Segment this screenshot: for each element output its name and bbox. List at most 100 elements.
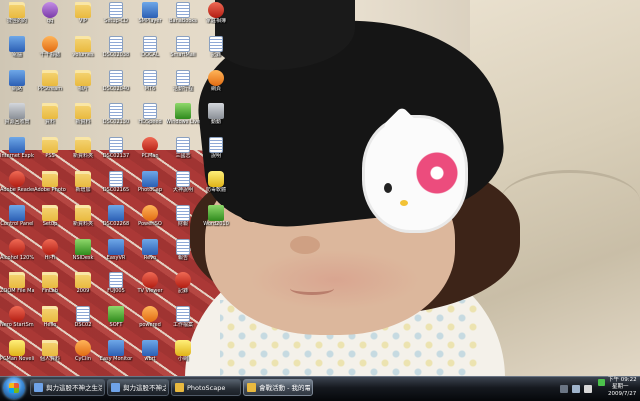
wallpaper-pink-flower [414,150,460,196]
keyboard-icon[interactable] [560,385,568,393]
document-icon [176,306,190,323]
desktop-icon-label: Adobe Reader [0,187,34,193]
document-icon [176,204,190,221]
desktop-icon[interactable]: 千千靜聽 [33,35,67,68]
desktop-icon[interactable]: Hi-Fi [33,238,67,271]
network-icon[interactable] [572,385,580,393]
folder-icon [42,69,58,86]
desktop-icon[interactable]: Setup-CD [99,1,133,34]
desktop-icon[interactable]: DSC02130 [99,102,133,135]
desktop-icon[interactable]: 新資料夾 [66,136,100,169]
desktop-icon[interactable]: Easy Monitor [99,339,133,372]
desktop-icon[interactable]: 新增加 [66,170,100,203]
security-icon[interactable] [598,379,605,386]
desktop-icon[interactable]: DSC02038 [99,35,133,68]
tray-weekday[interactable]: 星期一 [612,384,629,391]
desktop-icon[interactable]: 三國志 [166,136,200,169]
start-button[interactable] [3,377,25,399]
desktop-icon[interactable]: 說明 [199,136,233,169]
taskbar-button-my-computer[interactable]: 會戰活動 - 我的電腦 [243,379,313,396]
tray-date[interactable]: 2009/7/27 [608,391,636,398]
desktop-icon[interactable]: 相片 [66,69,100,102]
desktop-icon-label: PowerISO [138,220,162,227]
desktop-icon-label: 小網 [177,356,188,362]
desktop-icon[interactable]: 報告 [166,238,200,271]
desktop-icon[interactable]: 新資料夾 [66,204,100,237]
desktop-icon[interactable]: 小網 [166,339,200,372]
desktop-icon-label: wbrt [144,356,156,362]
desktop-icon[interactable]: PCMan [133,136,167,169]
desktop-icon[interactable]: 網頁 [199,69,233,102]
desktop-icon[interactable]: 記錄 [199,35,233,68]
desktop-icon[interactable]: SOFT [99,305,133,338]
desktop-icon[interactable]: DSC02 [66,305,100,338]
desktop-icon[interactable]: Hello [33,305,67,338]
folder-icon [42,103,58,120]
desktop-icon[interactable]: Control Panel [0,204,34,237]
desktop-icon[interactable]: DOCAL [133,35,167,68]
desktop-icon[interactable]: FUJ005 [99,271,133,304]
desktop-icon[interactable]: PowerISO [133,204,167,237]
desktop-icon[interactable]: 工作檔案 [166,305,200,338]
desktop-icon[interactable]: volumes [66,35,100,68]
desktop-icon[interactable]: 資料 [33,102,67,135]
desktop-icon[interactable]: Adobe Reader [0,170,34,203]
folder-icon [75,272,91,289]
desktop-icon[interactable]: 家庭相簿 [199,1,233,34]
desktop-icon[interactable]: HDSpeed [133,102,167,135]
desktop-icon[interactable]: Setup [33,204,67,237]
desktop-icon[interactable]: wbrt [133,339,167,372]
desktop-icon[interactable]: CyClin [66,339,100,372]
desktop-icon[interactable]: 個人資料 [33,339,67,372]
desktop-icon[interactable]: ZOOM File Manager [0,271,34,304]
desktop-icon-label: SMPlayer [138,18,162,24]
desktop-icon[interactable]: BanaBooks [166,1,200,34]
desktop-icon[interactable]: SmartMail [166,35,200,68]
desktop-icon[interactable]: 動動 [199,102,233,135]
desktop-icon[interactable]: 資源回收筒 [0,102,34,135]
desktop-icon[interactable]: NSIDesk [66,238,100,271]
desktop-icon[interactable]: Revo [133,238,167,271]
desktop-icon[interactable]: 記錄 [166,271,200,304]
document-icon [209,137,223,154]
desktop-icon[interactable]: DSC02137 [99,136,133,169]
desktop-icon[interactable]: 捷徑的的 [0,1,34,34]
desktop-icon[interactable]: 犬神說明 [166,170,200,203]
desktop-icon[interactable]: 財報 [166,204,200,237]
desktop-icon[interactable]: Nero StartSmart [0,305,34,338]
taskbar-button-window-1[interactable]: 與力這股不神之生活 [30,379,105,396]
desktop-icon[interactable]: powered [133,305,167,338]
desktop-icon[interactable]: 電腦 [0,35,34,68]
desktop-icon[interactable]: TV Viewer [133,271,167,304]
desktop-icon[interactable]: qq [33,1,67,34]
desktop-icon[interactable]: Alcohol 120% [0,238,34,271]
taskbar-button-window-2[interactable]: 與力這股不神之生活 [107,379,169,396]
desktop-icon[interactable]: FinLab [33,271,67,304]
desktop-icon[interactable]: 防毒軟體 [199,170,233,203]
desktop-icon[interactable]: Adobe Photo [33,170,67,203]
tray-time[interactable]: 下午 09:22 [608,377,637,384]
taskbar-button-photoscape[interactable]: PhotoScape [171,379,241,396]
desktop-icon[interactable]: PPStream [33,69,67,102]
desktop-icon[interactable]: MT6 [133,69,167,102]
desktop-icon[interactable]: Word2010 [199,204,233,237]
desktop-icon[interactable]: DSC02268 [99,204,133,237]
desktop-icon[interactable]: DSC02040 [99,69,133,102]
desktop-icon[interactable]: Internet Explorer [0,136,34,169]
volume-icon[interactable] [584,385,592,393]
desktop-icon[interactable]: PSS [33,136,67,169]
desktop-icon[interactable]: EasyVR [99,238,133,271]
desktop-icon[interactable]: SMPlayer [133,1,167,34]
desktop-icon[interactable]: Windows Live Messenger [166,102,200,135]
document-icon [109,272,123,289]
desktop-icon[interactable]: VIP [66,1,100,34]
desktop-icon[interactable]: PhotoCap [133,170,167,203]
desktop-icon-label: Alcohol 120% [0,254,34,261]
desktop-icon-area: 捷徑的的電腦網路資源回收筒 Internet Explorer Adobe Read… [0,0,232,376]
desktop-icon[interactable]: 新資料 [66,102,100,135]
desktop-icon[interactable]: 活動行程 [166,69,200,102]
desktop-icon[interactable]: DSC02165 [99,170,133,203]
desktop-icon[interactable]: 網路 [0,69,34,102]
desktop-icon[interactable]: 2009 [66,271,100,304]
desktop-icon[interactable]: PCMan Novelist [0,339,34,372]
